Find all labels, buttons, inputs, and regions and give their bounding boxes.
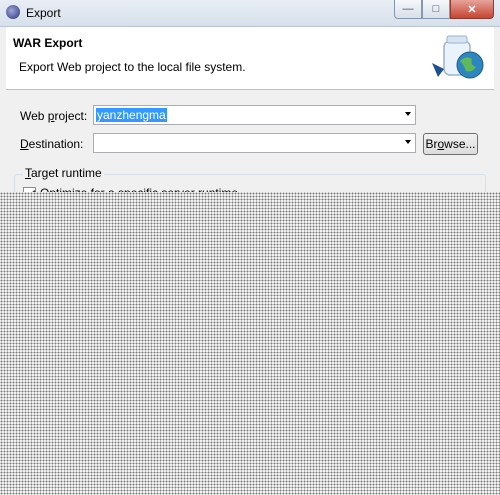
close-icon: ✕ — [467, 3, 477, 16]
web-project-label-post: roject: — [54, 109, 88, 123]
target-runtime-title-post: arget runtime — [31, 166, 102, 180]
destination-label: Destination: — [20, 137, 83, 151]
browse-label-post: wse... — [444, 137, 476, 151]
close-button[interactable]: ✕ — [450, 0, 494, 19]
chevron-down-icon[interactable] — [405, 140, 411, 144]
minimize-button[interactable]: — — [394, 0, 422, 19]
destination-combo[interactable] — [93, 133, 416, 153]
wizard-title: WAR Export — [13, 36, 83, 50]
window-title: Export — [26, 6, 61, 20]
eclipse-icon — [6, 5, 20, 19]
minimize-icon: — — [402, 3, 414, 15]
dotted-overlay — [0, 192, 500, 495]
target-runtime-title: Target runtime — [23, 166, 104, 180]
destination-label-key: D — [20, 137, 29, 151]
export-dialog: Export — □ ✕ WAR Export Export Web proje… — [0, 0, 500, 495]
web-project-value: yanzhengma — [96, 108, 167, 122]
wizard-description: Export Web project to the local file sys… — [19, 60, 246, 74]
browse-button[interactable]: Browse... — [423, 133, 478, 155]
maximize-icon: □ — [432, 3, 440, 15]
jar-globe-icon — [432, 35, 484, 79]
maximize-button[interactable]: □ — [422, 0, 450, 19]
wizard-header: WAR Export Export Web project to the loc… — [6, 27, 494, 90]
web-project-label: Web project: — [20, 109, 87, 123]
destination-label-post: estination: — [28, 137, 84, 151]
chevron-down-icon[interactable] — [405, 112, 411, 116]
window-controls: — □ ✕ — [394, 0, 494, 19]
web-project-label-pre: Web — [20, 109, 48, 123]
web-project-combo[interactable]: yanzhengma — [93, 105, 416, 125]
title-bar[interactable]: Export — □ ✕ — [0, 0, 500, 27]
browse-label-pre: Br — [425, 137, 438, 151]
